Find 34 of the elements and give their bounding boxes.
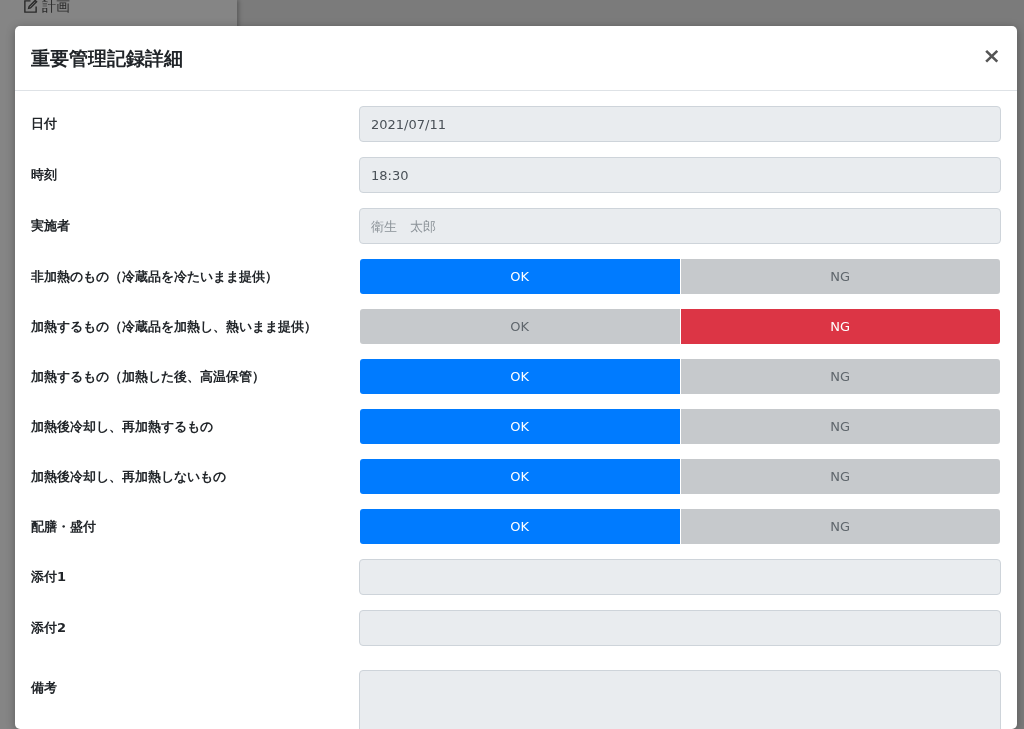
field-label: 実施者 [31, 217, 71, 235]
toggle-option[interactable]: OK [360, 509, 680, 544]
toggle-option[interactable]: OK [360, 409, 680, 444]
field-label: 加熱するもの（冷蔵品を加熱し、熱いまま提供） [31, 318, 318, 336]
toggle-option[interactable]: OK [360, 309, 680, 344]
toggle-option[interactable]: NG [680, 459, 1000, 494]
sidebar-item[interactable]: 計画 [23, 0, 70, 17]
toggle-option[interactable]: OK [360, 359, 680, 394]
input-field[interactable]: 2021/07/11 [359, 106, 1001, 142]
toggle-option[interactable]: NG [680, 409, 1000, 444]
field-label: 加熱するもの（加熱した後、高温保管） [31, 368, 266, 386]
input-field[interactable] [359, 610, 1001, 646]
toggle-option[interactable]: OK [360, 259, 680, 294]
close-button[interactable]: × [982, 45, 1001, 71]
modal-title: 重要管理記録詳細 [31, 46, 183, 70]
field-label: 添付2 [31, 619, 68, 637]
input-field[interactable] [359, 559, 1001, 595]
toggle-option[interactable]: NG [680, 309, 1000, 344]
toggle-option[interactable]: NG [680, 359, 1000, 394]
input-field[interactable]: 衛生 太郎 [359, 208, 1001, 244]
field-label: 備考 [31, 679, 58, 697]
textarea-field[interactable] [359, 670, 1001, 729]
input-field[interactable]: 18:30 [359, 157, 1001, 193]
toggle-option[interactable]: NG [680, 259, 1000, 294]
field-label: 配膳・盛付 [31, 518, 97, 536]
field-label: 加熱後冷却し、再加熱するもの [31, 418, 214, 436]
field-label: 加熱後冷却し、再加熱しないもの [31, 468, 227, 486]
field-label: 添付1 [31, 568, 68, 586]
toggle-option[interactable]: OK [360, 459, 680, 494]
field-label: 時刻 [31, 166, 58, 184]
toggle-option[interactable]: NG [680, 509, 1000, 544]
field-label: 日付 [31, 115, 58, 133]
edit-icon [23, 0, 38, 14]
field-label: 非加熱のもの（冷蔵品を冷たいまま提供） [31, 268, 279, 286]
